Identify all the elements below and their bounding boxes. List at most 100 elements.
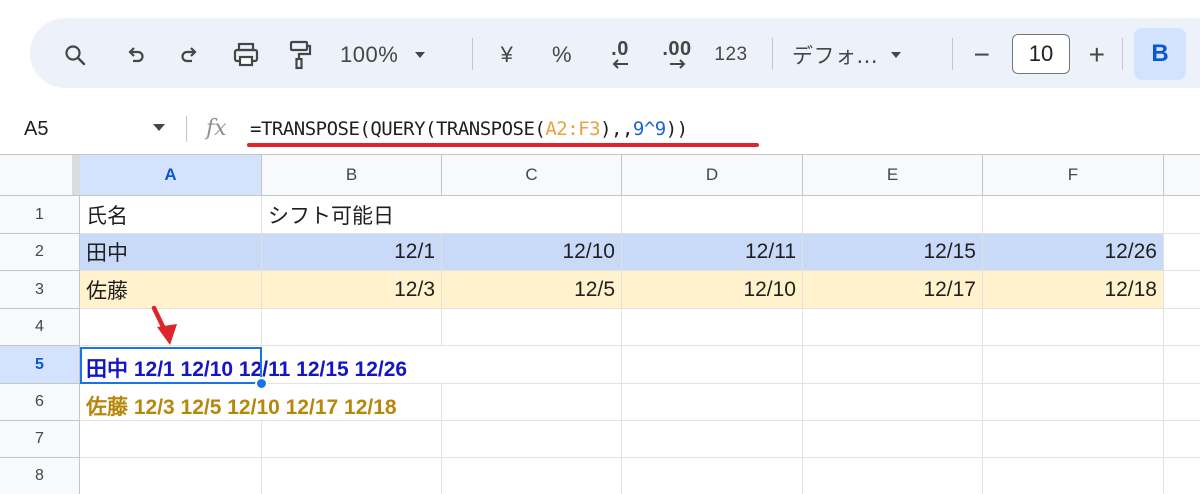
cell-f4[interactable] <box>983 309 1164 346</box>
search-menus-icon[interactable] <box>60 40 90 70</box>
decrease-font-label: − <box>973 39 991 70</box>
print-icon[interactable] <box>230 40 262 70</box>
increase-font-size-button[interactable]: + <box>1082 38 1112 72</box>
decrease-decimals-button[interactable]: .0 <box>600 34 640 74</box>
row-header-5[interactable]: 5 <box>0 346 80 384</box>
row-header-3[interactable]: 3 <box>0 271 80 309</box>
cell-g8[interactable] <box>1164 458 1200 494</box>
increase-decimals-button[interactable]: .00 <box>655 34 699 74</box>
cell-g2[interactable] <box>1164 234 1200 271</box>
cell-c1[interactable] <box>442 196 622 234</box>
row-header-7[interactable]: 7 <box>0 421 80 458</box>
cell-d5[interactable] <box>622 346 803 384</box>
paint-format-icon[interactable] <box>285 38 315 72</box>
cell-f2[interactable]: 12/26 <box>983 234 1164 271</box>
cell-f8[interactable] <box>983 458 1164 494</box>
cell-e8[interactable] <box>803 458 983 494</box>
cell-b1[interactable]: シフト可能日 <box>262 196 442 234</box>
cell-c3[interactable]: 12/5 <box>442 271 622 309</box>
cell-b3[interactable]: 12/3 <box>262 271 442 309</box>
column-header-d[interactable]: D <box>622 155 803 196</box>
percent-format-button[interactable]: % <box>547 38 577 72</box>
cell-e6[interactable] <box>803 384 983 421</box>
cell-b8[interactable] <box>262 458 442 494</box>
more-formats-button[interactable]: 123 <box>710 38 752 72</box>
row-header-2[interactable]: 2 <box>0 234 80 271</box>
cell-g4[interactable] <box>1164 309 1200 346</box>
row-header-1[interactable]: 1 <box>0 196 80 234</box>
cell-c4[interactable] <box>442 309 622 346</box>
cell-a1[interactable]: 氏名 <box>80 196 262 234</box>
formula-number: 9^9 <box>632 118 666 140</box>
cell-c5[interactable] <box>442 346 622 384</box>
redo-icon[interactable] <box>175 40 205 70</box>
cell-f1[interactable] <box>983 196 1164 234</box>
cell-a2[interactable]: 田中 <box>80 234 262 271</box>
currency-format-button[interactable]: ¥ <box>492 38 522 72</box>
cell-f3[interactable]: 12/18 <box>983 271 1164 309</box>
column-header-a[interactable]: A <box>80 155 262 196</box>
font-family-value: デフォ... <box>792 44 879 68</box>
cell-g5[interactable] <box>1164 346 1200 384</box>
cell-c6[interactable] <box>442 384 622 421</box>
cell-e5[interactable] <box>803 346 983 384</box>
decrease-font-size-button[interactable]: − <box>967 38 997 72</box>
column-header-c[interactable]: C <box>442 155 622 196</box>
cell-g7[interactable] <box>1164 421 1200 458</box>
column-header-g[interactable] <box>1164 155 1200 196</box>
cell-e7[interactable] <box>803 421 983 458</box>
row-header-8[interactable]: 8 <box>0 458 80 494</box>
frozen-divider[interactable] <box>72 155 80 195</box>
cell-d6[interactable] <box>622 384 803 421</box>
formula-bar: A5 fx =TRANSPOSE(QUERY(TRANSPOSE(A2:F3),… <box>0 108 1200 152</box>
cell-e2[interactable]: 12/15 <box>803 234 983 271</box>
cell-b4[interactable] <box>262 309 442 346</box>
name-box[interactable]: A5 <box>24 118 48 141</box>
column-header-e[interactable]: E <box>803 155 983 196</box>
cell-b2[interactable]: 12/1 <box>262 234 442 271</box>
row-header-6[interactable]: 6 <box>0 384 80 421</box>
column-header-f[interactable]: F <box>983 155 1164 196</box>
formula-input[interactable]: =TRANSPOSE(QUERY(TRANSPOSE(A2:F3),,9^9)) <box>250 118 688 140</box>
cell-d8[interactable] <box>622 458 803 494</box>
fill-handle[interactable] <box>255 377 268 390</box>
cell-g6[interactable] <box>1164 384 1200 421</box>
cell-c8[interactable] <box>442 458 622 494</box>
font-size-input[interactable]: 10 <box>1012 34 1070 74</box>
name-box-dropdown-icon[interactable] <box>152 123 166 132</box>
bold-button[interactable]: B <box>1134 28 1186 80</box>
cell-d3[interactable]: 12/10 <box>622 271 803 309</box>
decrease-decimals-label: .0 <box>611 38 629 60</box>
toolbar-divider <box>472 38 473 70</box>
font-family-select[interactable]: デフォ... <box>792 38 942 72</box>
undo-icon[interactable] <box>120 40 150 70</box>
cell-d1[interactable] <box>622 196 803 234</box>
cell-f6[interactable] <box>983 384 1164 421</box>
bold-label: B <box>1151 40 1169 67</box>
cell-d7[interactable] <box>622 421 803 458</box>
cell-e3[interactable]: 12/17 <box>803 271 983 309</box>
select-all-corner[interactable] <box>0 155 80 196</box>
cell-e4[interactable] <box>803 309 983 346</box>
cell-d2[interactable]: 12/11 <box>622 234 803 271</box>
cell-a7[interactable] <box>80 421 262 458</box>
toolbar: 100% ¥ % .0 .00 123 デフォ... − 10 + B <box>30 18 1200 88</box>
cell-b7[interactable] <box>262 421 442 458</box>
spreadsheet-grid: A B C D E F 1 2 3 4 5 6 7 8 氏名 シフト可能日 田中… <box>0 155 1200 494</box>
cell-a8[interactable] <box>80 458 262 494</box>
arrow-left-icon <box>612 59 628 69</box>
cell-a3[interactable]: 佐藤 <box>80 271 262 309</box>
cell-f7[interactable] <box>983 421 1164 458</box>
cell-f5[interactable] <box>983 346 1164 384</box>
cell-c2[interactable]: 12/10 <box>442 234 622 271</box>
zoom-select[interactable]: 100% <box>340 38 450 72</box>
cell-d4[interactable] <box>622 309 803 346</box>
formula-annotation-underline <box>247 143 759 147</box>
cell-e1[interactable] <box>803 196 983 234</box>
cell-g3[interactable] <box>1164 271 1200 309</box>
row-header-4[interactable]: 4 <box>0 309 80 346</box>
cell-c7[interactable] <box>442 421 622 458</box>
column-header-b[interactable]: B <box>262 155 442 196</box>
cell-g1[interactable] <box>1164 196 1200 234</box>
result-text-row6: 佐藤 12/3 12/5 12/10 12/17 12/18 <box>86 396 397 419</box>
